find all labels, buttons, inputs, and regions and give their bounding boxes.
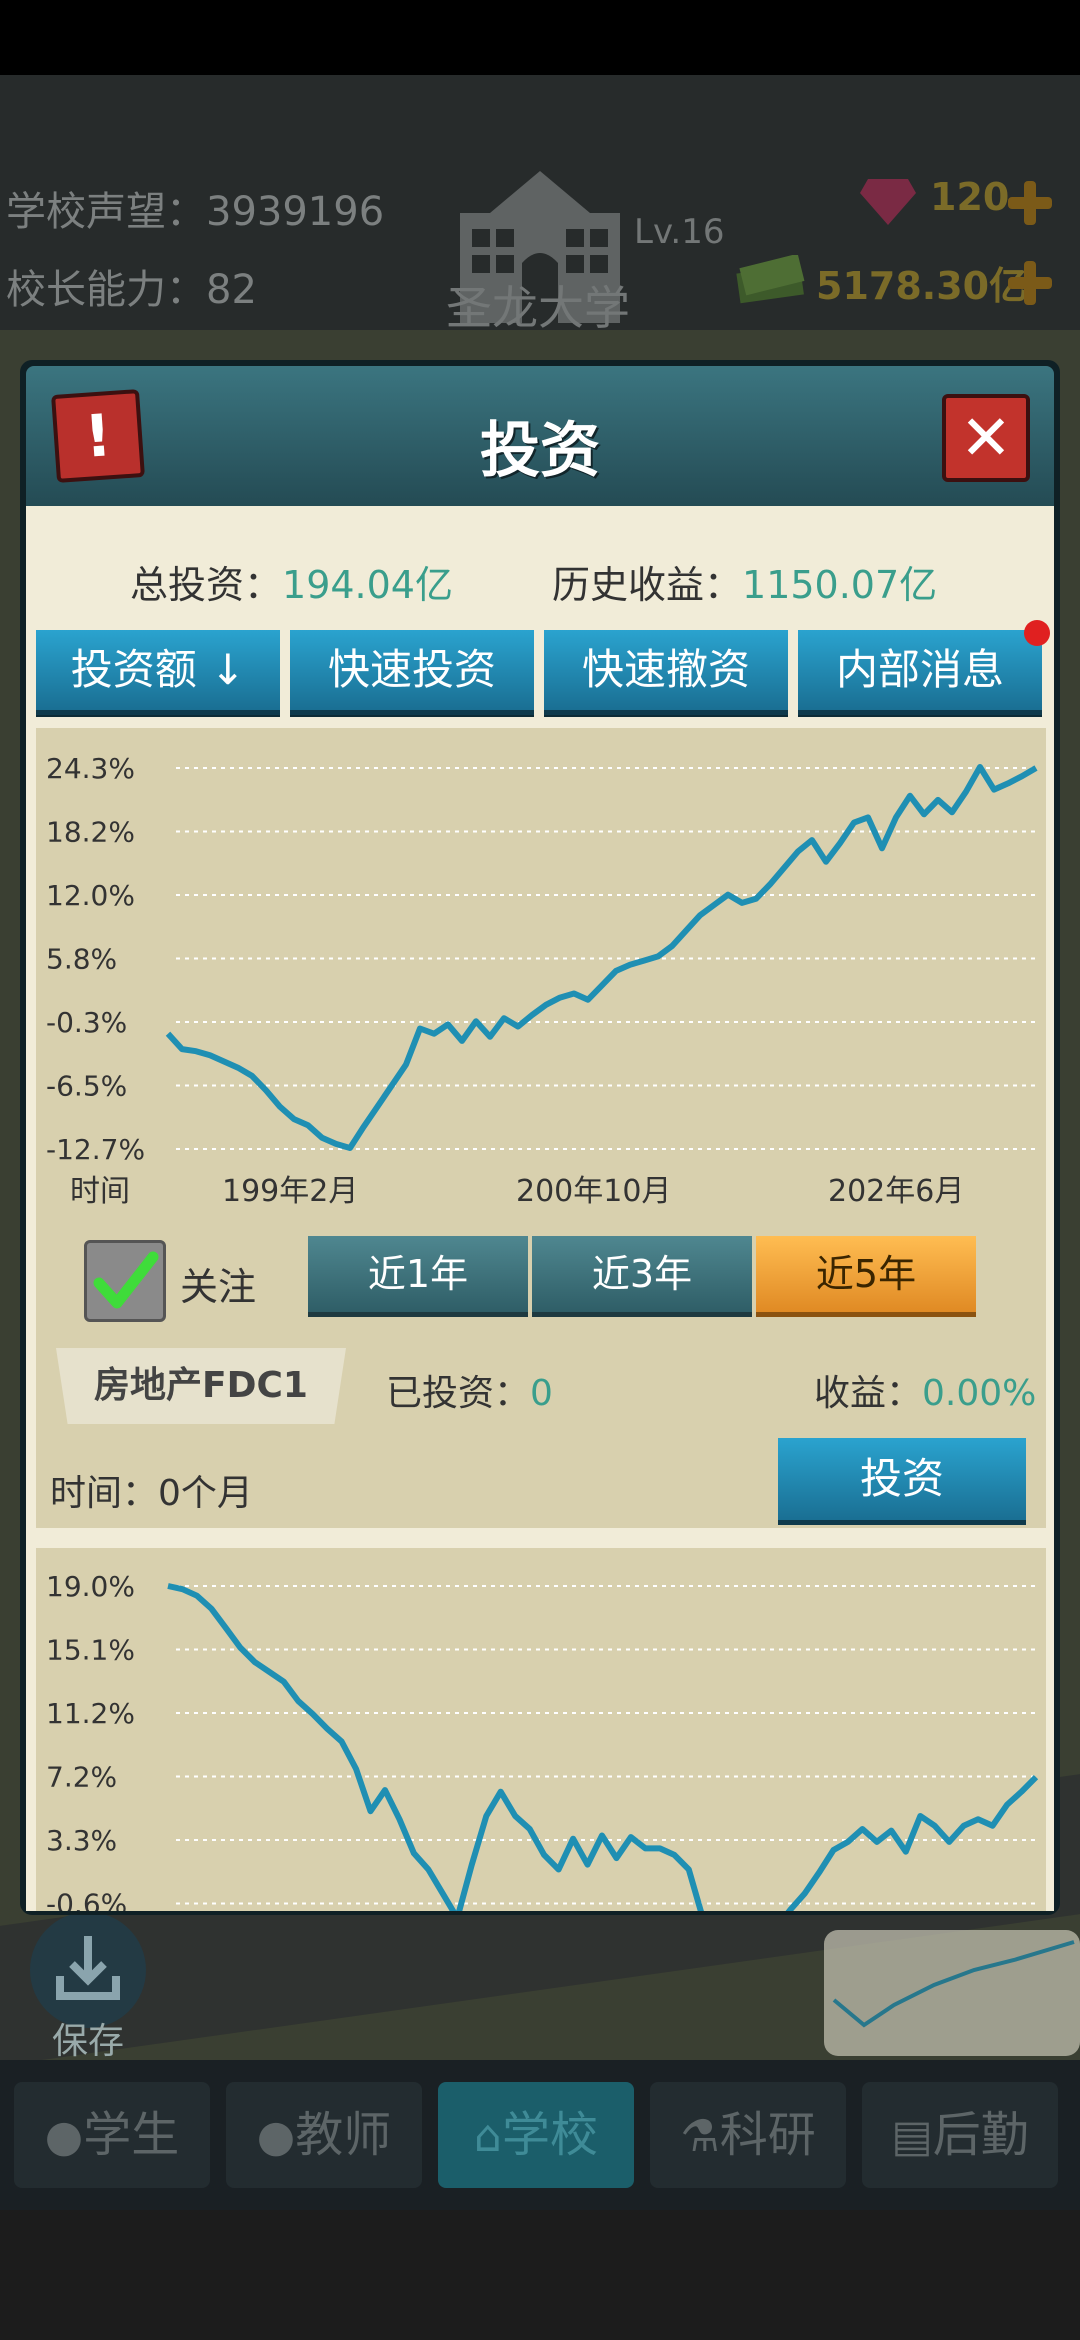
range-3y-button[interactable]: 近3年 (532, 1236, 752, 1317)
add-gems-icon[interactable] (1008, 181, 1052, 225)
save-button[interactable]: 保存 (22, 1912, 152, 2062)
money-amount: 5178.30亿 (816, 264, 1028, 308)
watch-label: 关注 (180, 1265, 257, 1309)
nav-students-label: 学生 (83, 2107, 180, 2163)
nav-teachers[interactable]: ●教师 (226, 2082, 422, 2188)
nav-research-label: 科研 (719, 2107, 816, 2163)
history-profit: 历史收益：1150.07亿 (552, 554, 937, 609)
reputation-value: 3939196 (206, 189, 385, 235)
invest-button[interactable]: 投资 (778, 1438, 1026, 1525)
money-icon (736, 255, 805, 304)
fund-profit-label: 收益： (814, 1373, 923, 1414)
invested-label: 已投资： (386, 1373, 531, 1414)
reputation: 学校声望：3939196 (6, 179, 384, 237)
gem-count: 120 (930, 175, 1010, 219)
hold-time-label: 时间： (50, 1473, 159, 1514)
history-profit-label: 历史收益： (552, 563, 743, 607)
ability-value: 82 (206, 267, 257, 313)
y-tick-label: -6.5% (46, 1070, 127, 1103)
gem-icon (860, 179, 916, 225)
status-bar (0, 0, 1080, 75)
tab-quick-invest[interactable]: 快速投资 (290, 630, 534, 715)
top-bar: 学校声望：3939196 校长能力：82 Lv.16 圣龙大学 120 5178… (0, 75, 1080, 335)
nav-school-label: 学校 (501, 2107, 598, 2163)
y-tick-label: -0.6% (46, 1888, 127, 1912)
history-profit-value: 1150.07亿 (742, 563, 938, 607)
range-5y-button[interactable]: 近5年 (756, 1236, 976, 1317)
system-nav-area (0, 2210, 1080, 2340)
school-name: 圣龙大学 (446, 281, 630, 335)
ability-label: 校长能力： (6, 267, 206, 313)
x-tick-label: 202年6月 (828, 1174, 965, 1209)
x-tick-label: 200年10月 (516, 1174, 672, 1209)
nav-school[interactable]: ⌂学校 (438, 2082, 634, 2188)
y-tick-label: 12.0% (46, 879, 135, 912)
hold-time: 时间：0个月 (50, 1464, 253, 1516)
reputation-label: 学校声望： (6, 189, 206, 235)
y-tick-label: 19.0% (46, 1570, 135, 1603)
price-chart-2: 19.0% 15.1% 11.2% 7.2% 3.3% -0.6% (46, 1570, 1039, 1912)
invested: 已投资：0 (386, 1364, 553, 1416)
flask-icon: ⚗ (680, 2111, 720, 2162)
clipboard-icon: ▤ (891, 2111, 933, 2162)
y-tick-label: 5.8% (46, 943, 117, 976)
total-invest-value: 194.04亿 (282, 563, 453, 607)
school-level: Lv.16 (634, 212, 725, 252)
nav-teachers-label: 教师 (295, 2107, 392, 2163)
nav-students[interactable]: ●学生 (14, 2082, 210, 2188)
total-invest: 总投资：194.04亿 (130, 554, 453, 609)
save-icon (30, 1912, 146, 2028)
fund-card-2: 19.0% 15.1% 11.2% 7.2% 3.3% -0.6% (36, 1548, 1046, 1911)
invest-modal: ! 投资 ✕ 总投资：194.04亿 历史收益：1150.07亿 投资额 ↓ 快… (20, 360, 1060, 1915)
y-tick-label: 3.3% (46, 1824, 117, 1857)
student-icon: ● (44, 2111, 84, 2162)
add-money-icon[interactable] (1008, 261, 1052, 305)
save-label: 保存 (52, 2021, 125, 2062)
hold-time-value: 0个月 (158, 1473, 253, 1514)
y-tick-label: 15.1% (46, 1634, 135, 1667)
fund-card: 24.3% 18.2% 12.0% 5.8% -0.3% -6.5% -12.7% 时间 1… (36, 728, 1046, 1528)
modal-body: 总投资：194.04亿 历史收益：1150.07亿 投资额 ↓ 快速投资 快速撤… (26, 506, 1054, 1911)
close-button[interactable]: ✕ (942, 394, 1030, 482)
y-tick-label: -0.3% (46, 1006, 127, 1039)
modal-header: ! 投资 ✕ (26, 366, 1054, 506)
watch-checkbox[interactable] (84, 1240, 166, 1322)
modal-title: 投资 (480, 416, 600, 486)
series-line (167, 1583, 1039, 1911)
tab-sort-by-amount[interactable]: 投资额 ↓ (36, 630, 280, 715)
check-icon (93, 1251, 159, 1309)
notification-dot (1024, 620, 1050, 646)
price-chart: 24.3% 18.2% 12.0% 5.8% -0.3% -6.5% -12.7% (46, 752, 1038, 1166)
x-tick-label: 199年2月 (222, 1174, 359, 1209)
teacher-icon: ● (256, 2111, 296, 2162)
bottom-nav: ●学生 ●教师 ⌂学校 ⚗科研 ▤后勤 (0, 2060, 1080, 2210)
range-1y-button[interactable]: 近1年 (308, 1236, 528, 1317)
y-tick-label: 24.3% (46, 752, 135, 785)
invested-value: 0 (530, 1373, 553, 1414)
total-invest-label: 总投资： (130, 563, 283, 607)
y-tick-label: 11.2% (46, 1697, 135, 1730)
nav-logistics-label: 后勤 (932, 2107, 1029, 2163)
fund-profit-value: 0.00% (922, 1373, 1037, 1414)
nav-logistics[interactable]: ▤后勤 (862, 2082, 1058, 2188)
nav-research[interactable]: ⚗科研 (650, 2082, 846, 2188)
fund-profit: 收益：0.00% (814, 1364, 1036, 1416)
tab-insider-news-label: 内部消息 (835, 645, 1004, 694)
y-tick-label: 7.2% (46, 1761, 117, 1794)
minimap[interactable] (824, 1930, 1080, 2056)
action-tabs: 投资额 ↓ 快速投资 快速撤资 内部消息 (36, 620, 1050, 715)
tab-insider-news[interactable]: 内部消息 (798, 620, 1050, 715)
school-icon: ⌂ (474, 2111, 502, 2162)
tab-quick-withdraw[interactable]: 快速撤资 (544, 630, 788, 715)
y-tick-label: 18.2% (46, 816, 135, 849)
ability: 校长能力：82 (6, 257, 257, 315)
fund-name: 房地产FDC1 (56, 1348, 346, 1424)
y-tick-label: -12.7% (46, 1133, 145, 1166)
x-tick-label: 时间 (70, 1174, 130, 1209)
